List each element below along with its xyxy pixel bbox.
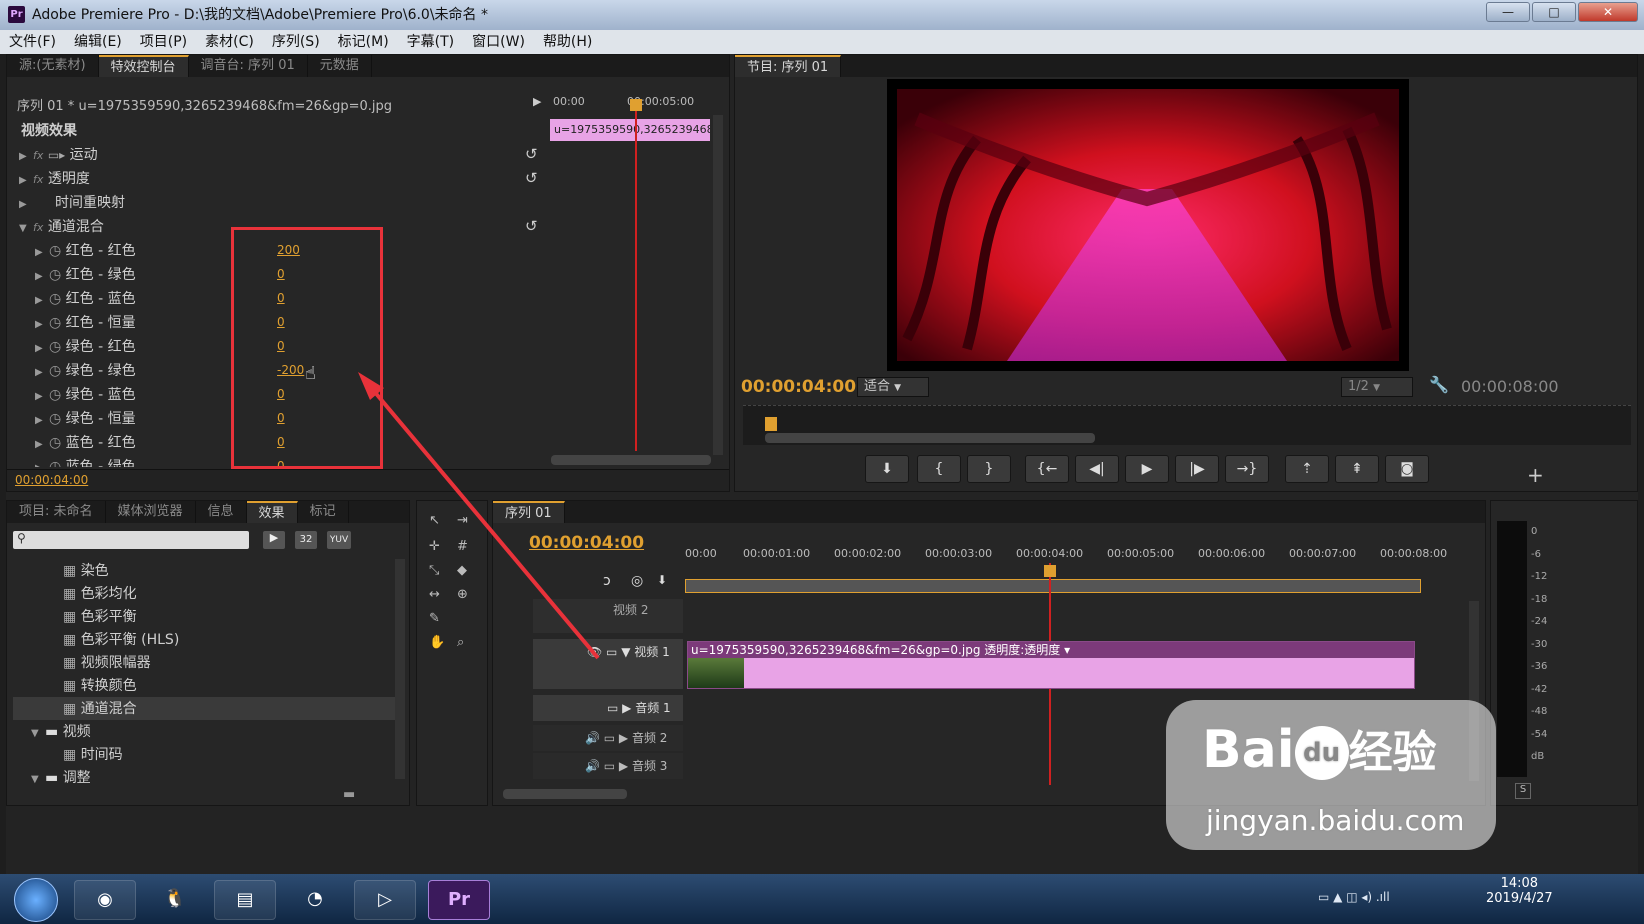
menu-file[interactable]: 文件(F): [0, 30, 65, 54]
taskbar: ◉ 🐧 ▤ ◔ ▷ Pr ▭ ▲ ◫ ◂) .ıll 14:08 2019/4/…: [0, 874, 1644, 924]
media-app-icon[interactable]: ▷: [354, 880, 416, 920]
menu-window[interactable]: 窗口(W): [463, 30, 534, 54]
premiere-logo-icon: Pr: [8, 6, 25, 23]
qq-icon[interactable]: 🐧: [144, 880, 206, 920]
title-bar: Pr Adobe Premiere Pro - D:\我的文档\Adobe\Pr…: [0, 0, 1644, 30]
menu-marker[interactable]: 标记(M): [329, 30, 398, 54]
firefox-icon[interactable]: ◔: [284, 880, 346, 920]
premiere-taskbar-icon[interactable]: Pr: [428, 880, 490, 920]
start-button[interactable]: [14, 878, 58, 922]
baidu-paw-icon: du: [1294, 726, 1349, 780]
baidu-watermark: Bai du 经验 jingyan.baidu.com: [1166, 700, 1496, 850]
browser-icon[interactable]: ◉: [74, 880, 136, 920]
screen: { "window":{"title":"Adobe Premiere Pro …: [0, 0, 1644, 924]
close-button[interactable]: ✕: [1578, 2, 1638, 22]
maximize-button[interactable]: □: [1532, 2, 1576, 22]
menu-help[interactable]: 帮助(H): [534, 30, 601, 54]
menu-sequence[interactable]: 序列(S): [263, 30, 329, 54]
explorer-icon[interactable]: ▤: [214, 880, 276, 920]
minimize-button[interactable]: —: [1486, 2, 1530, 22]
clock[interactable]: 14:08 2019/4/27: [1486, 876, 1553, 906]
menu-clip[interactable]: 素材(C): [196, 30, 263, 54]
menu-title[interactable]: 字幕(T): [398, 30, 463, 54]
menu-bar: 文件(F) 编辑(E) 项目(P) 素材(C) 序列(S) 标记(M) 字幕(T…: [0, 30, 1644, 54]
tray-icons[interactable]: ▭ ▲ ◫ ◂) .ıll: [1318, 890, 1390, 904]
menu-project[interactable]: 项目(P): [131, 30, 196, 54]
window-title: Adobe Premiere Pro - D:\我的文档\Adobe\Premi…: [32, 7, 489, 23]
menu-edit[interactable]: 编辑(E): [65, 30, 131, 54]
